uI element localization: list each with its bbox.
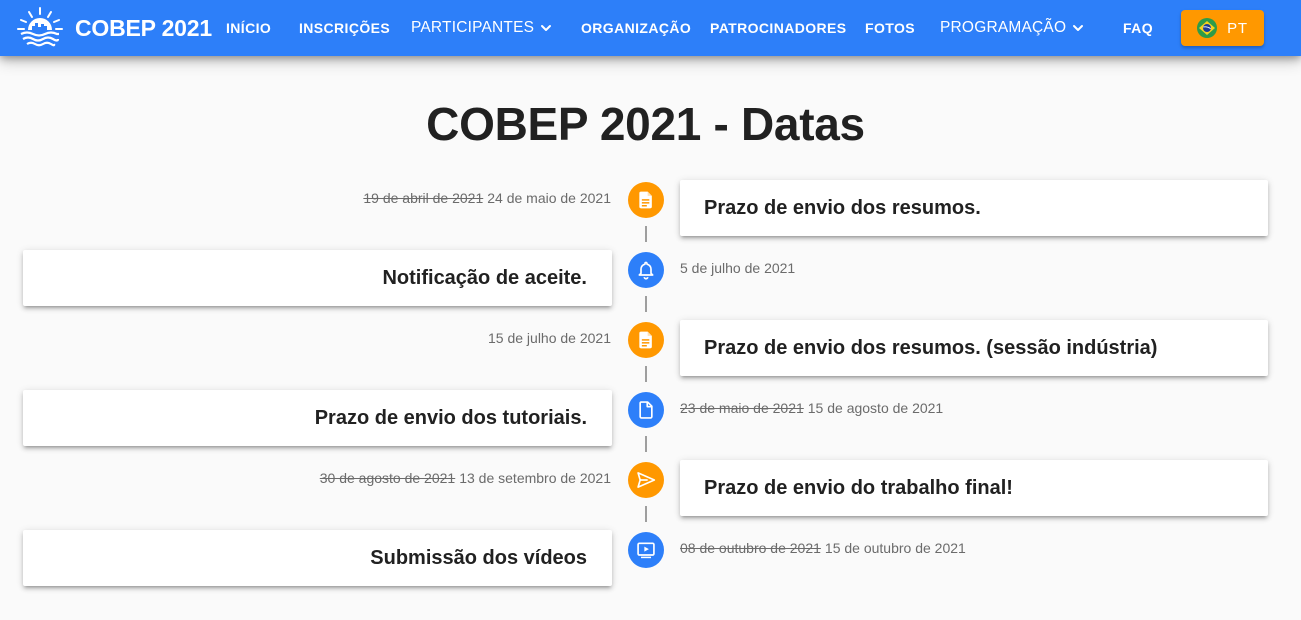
current-date: 5 de julho de 2021 — [680, 260, 796, 276]
timeline-date-4: 23 de maio de 2021 15 de agosto de 2021 — [680, 399, 943, 417]
timeline-dot-5 — [628, 462, 664, 498]
video-icon — [637, 542, 655, 559]
bell-icon — [638, 261, 654, 280]
timeline-connector — [645, 296, 647, 312]
timeline-card-title: Prazo de envio dos resumos. — [704, 196, 981, 219]
timeline-card-title: Prazo de envio dos tutoriais. — [314, 406, 587, 429]
language-select-button[interactable]: PT — [1181, 10, 1264, 46]
document-icon — [639, 191, 652, 209]
timeline-dot-3 — [628, 322, 664, 358]
old-date: 19 de abril de 2021 — [363, 190, 484, 206]
nav-patrocinadores[interactable]: PATROCINADORES — [710, 0, 847, 56]
nav-programacao-dropdown[interactable]: PROGRAMAÇÃO — [940, 0, 1084, 56]
send-icon — [637, 472, 656, 488]
nav-inscricoes[interactable]: INSCRIÇÕES — [299, 0, 390, 56]
nav-faq[interactable]: FAQ — [1123, 0, 1153, 56]
current-date: 15 de outubro de 2021 — [824, 540, 966, 556]
timeline-card-6: Submissão dos vídeos — [23, 530, 612, 586]
timeline-dot-1 — [628, 182, 664, 218]
timeline-connector — [645, 366, 647, 382]
old-date: 08 de outubro de 2021 — [680, 540, 821, 556]
timeline-dot-4 — [628, 392, 664, 428]
nav-label: PROGRAMAÇÃO — [940, 19, 1067, 36]
chevron-down-icon — [541, 25, 552, 31]
file-outline-icon — [639, 401, 653, 419]
nav-inicio[interactable]: INÍCIO — [226, 0, 271, 56]
timeline-date-6: 08 de outubro de 2021 15 de outubro de 20… — [680, 539, 966, 557]
brand-title: COBEP 2021 — [75, 14, 212, 41]
timeline-dot-6 — [628, 532, 664, 568]
old-date: 30 de agosto de 2021 — [319, 470, 456, 486]
old-date: 23 de maio de 2021 — [680, 400, 804, 416]
current-date: 15 de julho de 2021 — [488, 330, 611, 346]
timeline-card-2: Notificação de aceite. — [23, 250, 612, 306]
current-date: 24 de maio de 2021 — [487, 190, 611, 206]
nav-organizacao[interactable]: ORGANIZAÇÃO — [581, 0, 691, 56]
timeline-card-5: Prazo de envio do trabalho final! — [680, 460, 1268, 516]
nav-label: FOTOS — [865, 20, 915, 36]
nav-label: PARTICIPANTES — [411, 19, 535, 36]
timeline-connector — [645, 506, 647, 522]
nav-label: ORGANIZAÇÃO — [581, 20, 692, 36]
nav-label: INSCRIÇÕES — [299, 20, 391, 36]
timeline-date-2: 5 de julho de 2021 — [680, 259, 795, 277]
timeline-card-1: Prazo de envio dos resumos. — [680, 180, 1268, 236]
nav-participantes-dropdown[interactable]: PARTICIPANTES — [411, 0, 552, 56]
timeline-card-4: Prazo de envio dos tutoriais. — [23, 390, 612, 446]
timeline-date-1: 19 de abril de 2021 24 de maio de 2021 — [363, 189, 611, 207]
timeline-date-5: 30 de agosto de 2021 13 de setembro de 20… — [320, 469, 611, 487]
top-app-bar: COBEP 2021 INÍCIO INSCRIÇÕES PARTICIPANT… — [0, 0, 1301, 56]
nav-fotos[interactable]: FOTOS — [865, 0, 915, 56]
nav-label: PATROCINADORES — [710, 20, 847, 36]
page-title: COBEP 2021 - Datas — [426, 98, 865, 150]
timeline-date-3: 15 de julho de 2021 — [488, 329, 611, 347]
timeline-card-3: Prazo de envio dos resumos. (sessão indú… — [680, 320, 1268, 376]
current-date: 15 de agosto de 2021 — [807, 400, 944, 416]
timeline-card-title: Submissão dos vídeos — [370, 546, 587, 569]
timeline-connector — [645, 226, 647, 242]
nav-label: INÍCIO — [226, 20, 272, 36]
cobep-logo-icon — [17, 7, 63, 47]
current-date: 13 de setembro de 2021 — [459, 470, 611, 486]
chevron-down-icon — [1073, 25, 1084, 31]
timeline-dot-2 — [628, 252, 664, 288]
nav-label: FAQ — [1123, 20, 1153, 36]
document-icon — [639, 331, 652, 349]
timeline-connector — [645, 436, 647, 452]
timeline-card-title: Prazo de envio dos resumos. (sessão indú… — [704, 336, 1158, 359]
language-label: PT — [1227, 19, 1248, 37]
timeline-card-title: Prazo de envio do trabalho final! — [704, 476, 1013, 499]
brand-home-link[interactable]: COBEP 2021 — [16, 6, 212, 50]
timeline-card-title: Notificação de aceite. — [382, 266, 587, 289]
brazil-flag-icon — [1197, 18, 1218, 38]
